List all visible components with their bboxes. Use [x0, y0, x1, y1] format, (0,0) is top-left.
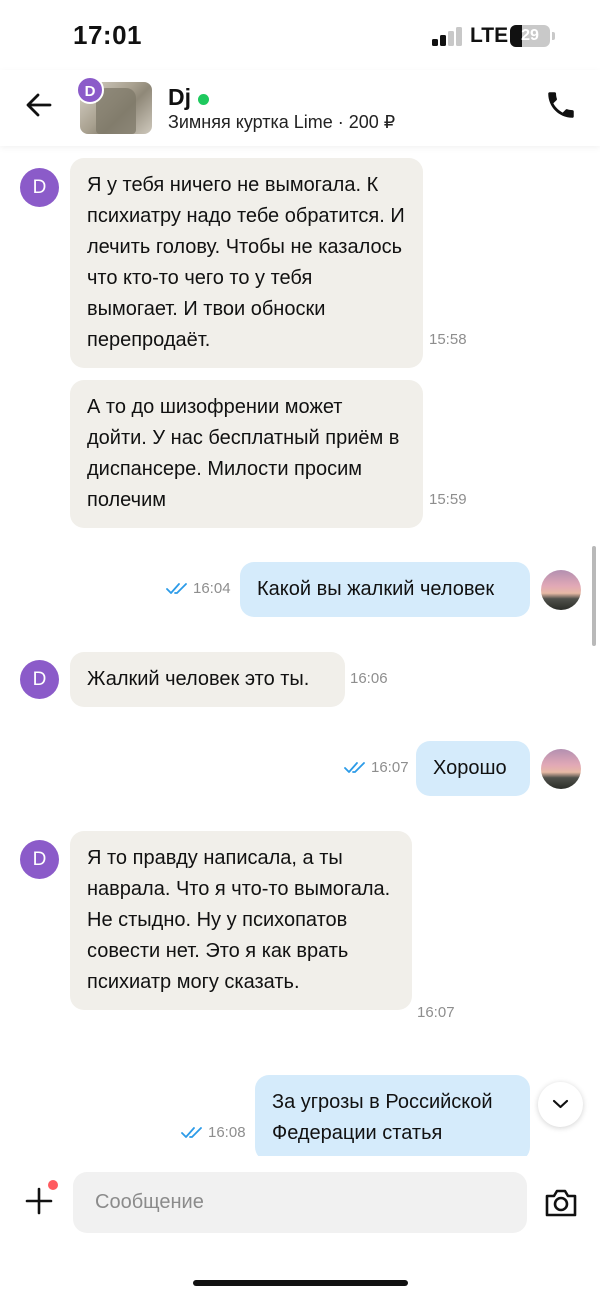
message-input[interactable] [73, 1172, 527, 1233]
network-type: LTE [470, 24, 509, 47]
scroll-to-bottom-button[interactable] [538, 1082, 583, 1127]
camera-icon [545, 1189, 577, 1217]
message-bubble-outgoing[interactable]: Хорошо [416, 741, 530, 796]
message-time: 16:07 [417, 1004, 455, 1021]
listing-title[interactable]: Зимняя куртка Lime · 200 ₽ [168, 112, 395, 133]
back-arrow-icon [26, 93, 52, 117]
phone-icon [548, 92, 574, 118]
double-check-icon [166, 583, 187, 594]
message-text: Я у тебя ничего не вымогала. К психиатру… [87, 174, 405, 351]
call-button[interactable] [544, 88, 578, 122]
message-text: Какой вы жалкий человек [257, 578, 495, 600]
sender-avatar[interactable]: D [20, 168, 59, 207]
message-text: Я то правду написала, а ты наврала. Что … [87, 847, 391, 993]
message-time: 16:04 [193, 580, 231, 597]
scrollbar[interactable] [592, 546, 596, 646]
message-text: Хорошо [433, 757, 507, 779]
message-bubble-incoming[interactable]: Я у тебя ничего не вымогала. К психиатру… [70, 158, 423, 368]
battery-icon: 29 [510, 25, 550, 47]
camera-button[interactable] [543, 1188, 579, 1218]
back-button[interactable] [22, 88, 56, 122]
message-list[interactable]: D Я у тебя ничего не вымогала. К психиат… [0, 146, 600, 1156]
battery-nub [552, 32, 555, 40]
battery-level: 29 [521, 27, 539, 44]
message-time: 15:59 [429, 491, 467, 508]
my-avatar[interactable] [541, 749, 581, 789]
message-bubble-outgoing[interactable]: Какой вы жалкий человек [240, 562, 530, 617]
message-time: 15:58 [429, 331, 467, 348]
message-text: Жалкий человек это ты. [87, 668, 310, 690]
double-check-icon [344, 762, 365, 773]
message-bubble-incoming[interactable]: Жалкий человек это ты. [70, 652, 345, 707]
signal-icon [432, 26, 464, 46]
attach-button[interactable] [24, 1186, 54, 1216]
message-bubble-outgoing[interactable]: За угрозы в Российской Федерации статья [255, 1075, 530, 1156]
message-time: 16:06 [350, 670, 388, 687]
status-bar: 17:01 LTE 29 [0, 0, 600, 70]
chat-header: D Dj Зимняя куртка Lime · 200 ₽ [0, 70, 600, 146]
double-check-icon [181, 1127, 202, 1138]
message-bubble-incoming[interactable]: Я то правду написала, а ты наврала. Что … [70, 831, 412, 1010]
sender-avatar[interactable]: D [20, 840, 59, 879]
notification-dot [48, 1180, 58, 1190]
message-time: 16:08 [208, 1124, 246, 1141]
chevron-down-icon [552, 1099, 569, 1109]
online-status-indicator [198, 94, 209, 105]
my-avatar[interactable] [541, 570, 581, 610]
message-composer [0, 1156, 600, 1297]
home-indicator[interactable] [193, 1280, 408, 1286]
sender-avatar[interactable]: D [20, 660, 59, 699]
status-time: 17:01 [73, 20, 142, 50]
message-text: А то до шизофрении может дойти. У нас бе… [87, 396, 400, 511]
message-time: 16:07 [371, 759, 409, 776]
seller-avatar[interactable]: D [76, 76, 104, 104]
message-bubble-incoming[interactable]: А то до шизофрении может дойти. У нас бе… [70, 380, 423, 528]
plus-icon [25, 1187, 53, 1215]
contact-name[interactable]: Dj [168, 84, 191, 111]
message-text: За угрозы в Российской Федерации статья [272, 1091, 493, 1144]
